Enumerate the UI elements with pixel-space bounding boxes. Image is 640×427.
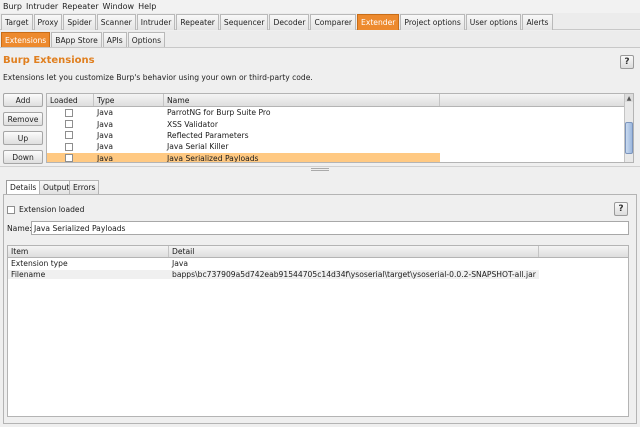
subtab-options[interactable]: Options: [127, 32, 166, 47]
type-cell: Java: [97, 119, 114, 129]
main-tab-bar: Target Proxy Spider Scanner Intruder Rep…: [0, 13, 640, 30]
tab-target[interactable]: Target: [1, 14, 33, 30]
subtab-extensions[interactable]: Extensions: [1, 32, 51, 47]
table-row[interactable]: Extension type Java: [8, 258, 628, 269]
loaded-cell: [47, 154, 94, 162]
divider-grip-icon[interactable]: [311, 168, 329, 171]
loaded-checkbox[interactable]: [65, 120, 73, 129]
type-cell: Java: [97, 153, 114, 163]
tab-spider[interactable]: Spider: [63, 14, 96, 30]
loaded-cell: [47, 120, 94, 129]
name-cell: Java Serialized Payloads: [167, 153, 259, 163]
help-icon-button[interactable]: ?: [620, 55, 634, 69]
scroll-up-arrow-icon[interactable]: ▲: [625, 94, 633, 102]
down-button[interactable]: Down: [3, 150, 43, 164]
tab-errors[interactable]: Errors: [69, 180, 100, 194]
table-row[interactable]: Filename bapps\bc737909a5d742eab91544705…: [8, 269, 628, 280]
menu-repeater[interactable]: Repeater: [62, 2, 98, 11]
remove-button[interactable]: Remove: [3, 112, 43, 126]
column-header-item[interactable]: Item: [8, 246, 169, 257]
extensions-table: Loaded Type Name Java ParrotNG for Burp …: [46, 93, 634, 163]
tab-intruder[interactable]: Intruder: [136, 14, 176, 30]
column-header-filler: [440, 94, 633, 106]
extender-sub-tab-bar: Extensions BApp Store APIs Options: [0, 31, 640, 48]
detail-cell: Java: [169, 259, 539, 268]
table-scrollbar[interactable]: ▲: [624, 94, 633, 162]
details-table-header: Item Detail: [8, 246, 628, 258]
name-cell: ParrotNG for Burp Suite Pro: [167, 108, 271, 118]
up-button[interactable]: Up: [3, 131, 43, 145]
tab-details[interactable]: Details: [6, 180, 41, 194]
name-cell: Reflected Parameters: [167, 130, 249, 140]
loaded-cell: [47, 131, 94, 140]
details-table: Item Detail Extension type Java Filename…: [7, 245, 629, 417]
table-row[interactable]: Java Reflected Parameters: [47, 130, 633, 141]
menu-window[interactable]: Window: [103, 2, 135, 11]
add-button[interactable]: Add: [3, 93, 43, 107]
section-title: Burp Extensions: [3, 55, 95, 66]
column-header-type[interactable]: Type: [94, 94, 164, 106]
details-help-icon-button[interactable]: ?: [614, 202, 628, 216]
name-label: Name:: [7, 224, 32, 233]
table-row[interactable]: Java XSS Validator: [47, 118, 633, 129]
detail-cell: bapps\bc737909a5d742eab91544705c14d34f\y…: [169, 270, 539, 279]
table-row[interactable]: Java Java Serial Killer: [47, 141, 633, 152]
tab-comparer[interactable]: Comparer: [310, 14, 357, 30]
subtab-bapp-store[interactable]: BApp Store: [51, 32, 102, 47]
loaded-cell: [47, 108, 94, 117]
table-row-selected[interactable]: Java Java Serialized Payloads: [47, 152, 440, 163]
tab-alerts[interactable]: Alerts: [522, 14, 553, 30]
scroll-thumb[interactable]: [625, 122, 633, 154]
loaded-cell: [47, 142, 94, 151]
loaded-checkbox[interactable]: [65, 154, 73, 162]
tab-user-options[interactable]: User options: [465, 14, 522, 30]
tab-scanner[interactable]: Scanner: [96, 14, 136, 30]
loaded-checkbox[interactable]: [65, 142, 73, 151]
menu-intruder[interactable]: Intruder: [26, 2, 58, 11]
name-cell: Java Serial Killer: [167, 142, 229, 152]
tab-project-options[interactable]: Project options: [400, 14, 465, 30]
menu-burp[interactable]: Burp: [3, 2, 22, 11]
split-pane-divider[interactable]: [0, 166, 640, 167]
extensions-table-header: Loaded Type Name: [47, 94, 633, 107]
menu-bar: Burp Intruder Repeater Window Help: [0, 0, 640, 13]
name-field[interactable]: Java Serialized Payloads: [31, 221, 629, 235]
column-header-name[interactable]: Name: [164, 94, 440, 106]
table-row[interactable]: Java ParrotNG for Burp Suite Pro: [47, 107, 633, 118]
item-cell: Filename: [8, 270, 169, 279]
column-header-loaded[interactable]: Loaded: [47, 94, 94, 106]
extension-loaded-label: Extension loaded: [19, 205, 85, 214]
tab-sequencer[interactable]: Sequencer: [219, 14, 269, 30]
section-description: Extensions let you customize Burp's beha…: [3, 73, 313, 82]
type-cell: Java: [97, 130, 114, 140]
loaded-checkbox[interactable]: [65, 131, 73, 140]
name-cell: XSS Validator: [167, 119, 218, 129]
tab-decoder[interactable]: Decoder: [269, 14, 310, 30]
menu-help[interactable]: Help: [138, 2, 156, 11]
type-cell: Java: [97, 108, 114, 118]
column-header-detail[interactable]: Detail: [169, 246, 539, 257]
extension-loaded-row[interactable]: Extension loaded: [7, 205, 84, 214]
extension-loaded-checkbox[interactable]: [7, 205, 15, 214]
tab-extender[interactable]: Extender: [357, 14, 400, 30]
subtab-apis[interactable]: APIs: [102, 32, 127, 47]
loaded-checkbox[interactable]: [65, 108, 73, 117]
type-cell: Java: [97, 142, 114, 152]
item-cell: Extension type: [11, 259, 68, 268]
tab-proxy[interactable]: Proxy: [33, 14, 63, 30]
tab-repeater[interactable]: Repeater: [176, 14, 219, 30]
